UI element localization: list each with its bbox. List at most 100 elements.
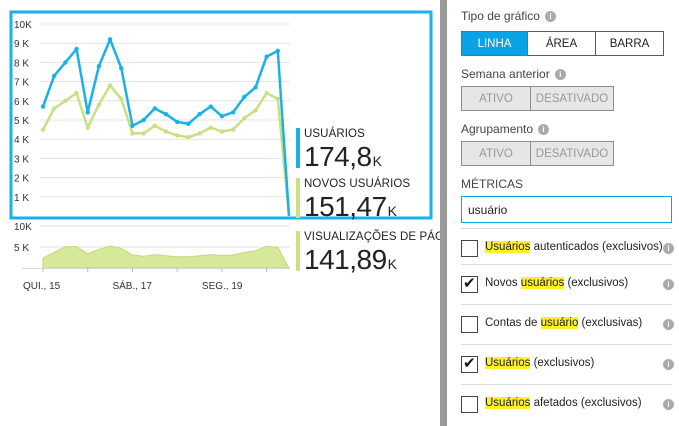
- data-point: [264, 90, 269, 96]
- grouping-off-button[interactable]: DESATIVADO: [531, 141, 614, 166]
- legend-value: 174,8K: [304, 141, 382, 172]
- data-point: [208, 125, 213, 130]
- data-point: [119, 96, 124, 102]
- data-point: [130, 131, 135, 136]
- y-tick-label: 9 K: [14, 39, 29, 50]
- data-point: [174, 133, 180, 138]
- data-point: [219, 129, 225, 134]
- data-point: [107, 37, 113, 42]
- metric-row[interactable]: Usuários afetados (exclusivos) i: [461, 384, 674, 424]
- data-point: [253, 85, 258, 90]
- data-point: [163, 112, 169, 117]
- metric-label: Usuários (exclusivos): [485, 357, 594, 369]
- info-icon[interactable]: i: [544, 11, 556, 22]
- data-point: [186, 121, 191, 127]
- y-tick-label: 5 K: [14, 116, 29, 127]
- data-point: [163, 129, 169, 134]
- data-point: [141, 131, 146, 136]
- metric-label-text: Novos: [485, 277, 521, 289]
- metric-label-text: autenticados (exclusivos): [530, 241, 663, 253]
- data-point: [264, 54, 269, 59]
- data-point: [152, 106, 158, 111]
- previous-week-heading: Semana anterior i: [461, 67, 566, 81]
- data-point: [230, 127, 236, 132]
- metric-label-text: Contas de: [485, 317, 541, 329]
- info-icon[interactable]: i: [663, 319, 674, 330]
- data-point: [152, 123, 158, 128]
- data-point: [51, 106, 57, 111]
- y-tick-label: 5 K: [14, 243, 29, 254]
- y-tick-label: 3 K: [14, 154, 29, 165]
- data-point: [219, 113, 225, 119]
- y-tick-label: 6 K: [14, 97, 29, 108]
- metric-label-text: (exclusivas): [578, 317, 643, 329]
- metric-row[interactable]: Usuários autenticados (exclusivos) i: [461, 228, 674, 268]
- metric-row[interactable]: Contas de usuário (exclusivas) i: [461, 304, 674, 344]
- data-point: [63, 60, 68, 65]
- previous-week-on-button[interactable]: ATIVO: [461, 86, 531, 111]
- legend-color-bar: [296, 128, 300, 168]
- data-point: [141, 117, 146, 123]
- search-match-highlight: usuário: [540, 317, 579, 329]
- chart-type-area-button[interactable]: ÁREA: [528, 31, 596, 56]
- checkmark-icon: ✔: [463, 355, 476, 372]
- data-point: [197, 112, 202, 117]
- info-icon[interactable]: i: [663, 359, 674, 370]
- panel-splitter[interactable]: [440, 0, 447, 426]
- data-point: [96, 102, 102, 107]
- metric-label: Novos usuários (exclusivos): [485, 277, 628, 289]
- data-point: [40, 127, 46, 132]
- metric-label-text: (exclusivos): [564, 277, 629, 289]
- chart-area: 10K 9 K 8 K 7 K 6 K 5 K 4 K 3 K 2 K 1 K 10K 5 K QUI.…: [0, 0, 454, 426]
- x-tick-label: QUI., 15: [23, 281, 61, 292]
- info-icon[interactable]: i: [663, 279, 674, 290]
- metric-checkbox[interactable]: [461, 240, 478, 257]
- data-point: [107, 83, 113, 88]
- metric-checkbox[interactable]: ✔: [461, 275, 478, 293]
- data-point: [85, 125, 90, 130]
- y-tick-label: 10K: [14, 20, 32, 31]
- metric-label: Contas de usuário (exclusivas): [485, 317, 642, 329]
- metric-checkbox[interactable]: [461, 396, 478, 413]
- search-match-highlight: Usuários: [485, 397, 531, 409]
- previous-week-off-button[interactable]: DESATIVADO: [531, 86, 614, 111]
- metric-label-text: afetados (exclusivos): [530, 397, 642, 409]
- y-tick-label: 1 K: [14, 193, 29, 204]
- chart-type-selector: LINHA ÁREA BARRA: [461, 31, 664, 56]
- data-point: [74, 90, 79, 96]
- info-icon[interactable]: i: [554, 69, 566, 80]
- y-tick-label: 8 K: [14, 58, 29, 69]
- data-point: [85, 110, 90, 115]
- x-tick-label: SEG., 19: [202, 281, 243, 292]
- info-icon[interactable]: i: [663, 243, 674, 254]
- legend-name: USUÁRIOS: [304, 128, 365, 140]
- chart-type-heading: Tipo de gráfico i: [461, 9, 556, 23]
- info-icon[interactable]: i: [663, 399, 674, 410]
- y-tick-label: 4 K: [14, 135, 29, 146]
- legend-value: 141,89K: [304, 244, 397, 275]
- checkmark-icon: ✔: [463, 275, 476, 292]
- legend-name: VISUALIZAÇÕES DE PÁG...: [304, 231, 454, 243]
- legend-value: 151,47K: [304, 191, 397, 222]
- y-tick-label: 7 K: [14, 78, 29, 89]
- data-point: [253, 108, 258, 113]
- metric-search-input[interactable]: [461, 196, 672, 223]
- data-point: [96, 64, 102, 69]
- metric-row[interactable]: ✔ Usuários (exclusivos) i: [461, 344, 674, 384]
- data-point: [275, 96, 281, 102]
- search-match-highlight: usuários: [520, 277, 565, 289]
- metric-checkbox[interactable]: ✔: [461, 355, 478, 373]
- chart-type-bar-button[interactable]: BARRA: [596, 31, 664, 56]
- metric-row[interactable]: ✔ Novos usuários (exclusivos) i: [461, 264, 674, 304]
- settings-panel: Tipo de gráfico i LINHA ÁREA BARRA Semana…: [447, 0, 679, 426]
- data-point: [242, 115, 247, 121]
- data-point: [51, 73, 57, 79]
- grouping-on-button[interactable]: ATIVO: [461, 141, 531, 166]
- info-icon[interactable]: i: [538, 124, 550, 135]
- y-tick-label: 10K: [14, 222, 32, 233]
- chart-type-line-button[interactable]: LINHA: [461, 31, 528, 56]
- metric-checkbox[interactable]: [461, 316, 478, 333]
- data-point: [119, 65, 124, 71]
- data-point: [186, 135, 191, 140]
- legend-color-bar: [296, 231, 300, 271]
